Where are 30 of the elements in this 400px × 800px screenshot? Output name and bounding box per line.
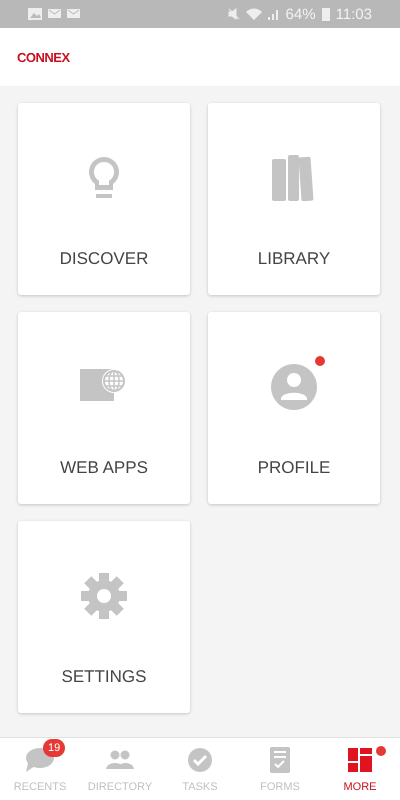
people-icon: [106, 750, 134, 770]
menu-tile[interactable]: SETTINGS: [18, 521, 190, 713]
nav-tab[interactable]: MORE: [320, 738, 400, 800]
profile-icon: [271, 364, 317, 410]
message-icon: [48, 8, 61, 20]
nav-tab[interactable]: 19 RECENTS: [0, 738, 80, 800]
menu-tile[interactable]: PROFILE: [208, 312, 380, 504]
count-badge: 19: [43, 739, 66, 757]
battery-icon: [322, 7, 330, 21]
form-icon: [270, 747, 290, 773]
grid-icon: [348, 748, 372, 772]
menu-tile[interactable]: WEB APPS: [18, 312, 190, 504]
app-logo: CONNEX: [17, 50, 70, 64]
image-icon: [28, 8, 42, 20]
message-icon: [67, 8, 80, 20]
signal-icon: [268, 8, 280, 20]
tile-label: WEB APPS: [60, 458, 148, 478]
menu-tile[interactable]: LIBRARY: [208, 103, 380, 295]
tile-label: SETTINGS: [61, 667, 146, 687]
battery-percent: 64%: [286, 6, 316, 22]
books-icon: [272, 155, 316, 201]
checkmark-icon: [188, 748, 212, 772]
settings-icon: [81, 573, 127, 619]
mute-icon: [228, 8, 240, 20]
wifi-icon: [246, 8, 262, 20]
tile-label: LIBRARY: [258, 249, 330, 269]
menu-tile[interactable]: DISCOVER: [18, 103, 190, 295]
clock-time: 11:03: [336, 6, 372, 22]
tile-label: PROFILE: [258, 458, 330, 478]
tile-label: DISCOVER: [60, 249, 148, 269]
